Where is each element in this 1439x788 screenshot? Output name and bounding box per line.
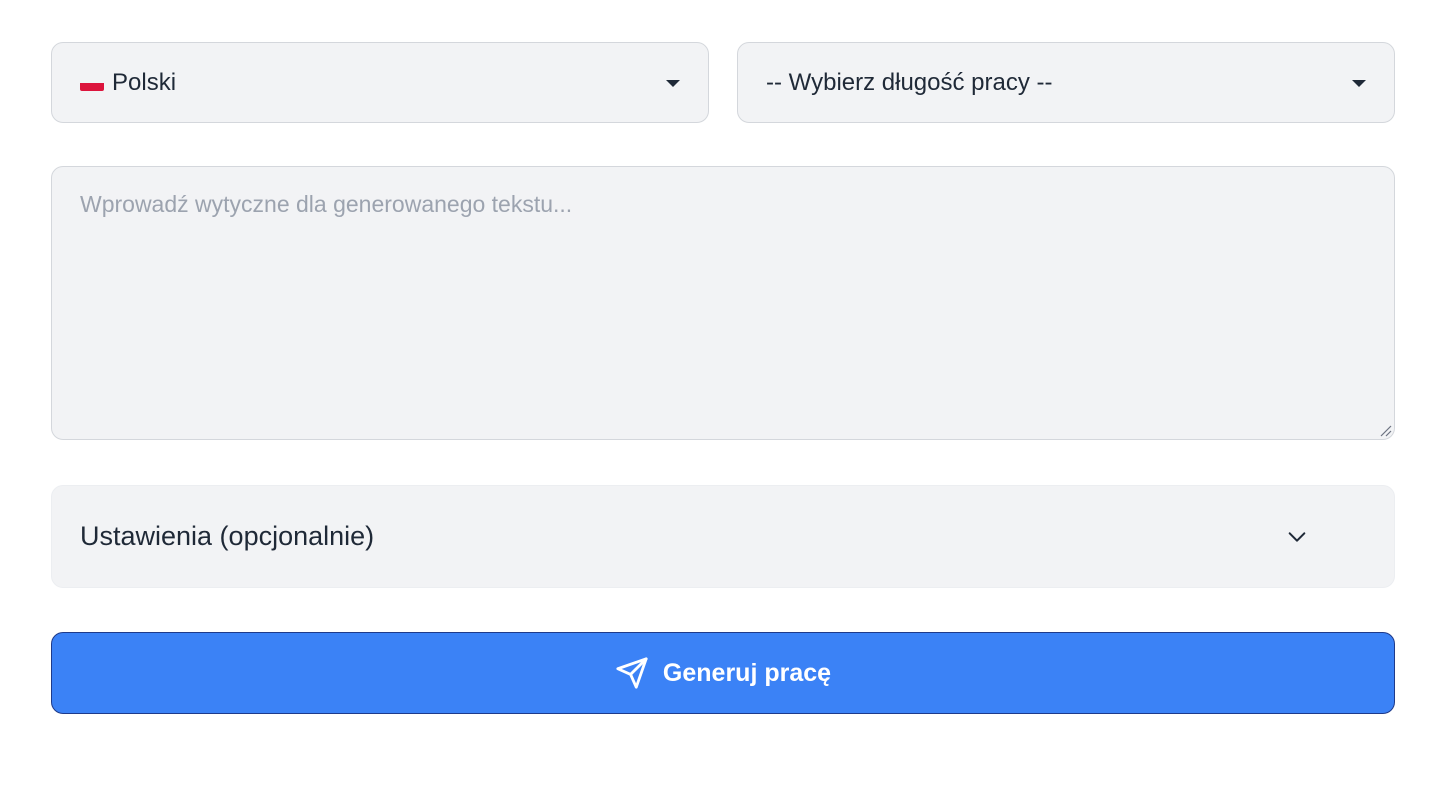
- guidelines-textarea[interactable]: [51, 166, 1395, 440]
- caret-down-icon: [1352, 79, 1366, 87]
- chevron-down-icon: [1288, 531, 1306, 542]
- resize-grip-icon[interactable]: [1378, 423, 1392, 437]
- caret-down-icon: [666, 79, 680, 87]
- generate-button[interactable]: Generuj pracę: [51, 632, 1395, 714]
- settings-label: Ustawienia (opcjonalnie): [80, 521, 375, 551]
- poland-flag-icon: [80, 74, 104, 91]
- length-select[interactable]: -- Wybierz długość pracy --: [737, 42, 1395, 123]
- generate-button-label: Generuj pracę: [662, 658, 832, 687]
- settings-accordion[interactable]: Ustawienia (opcjonalnie): [51, 485, 1395, 588]
- language-select-value: Polski: [112, 68, 177, 96]
- length-select-value: -- Wybierz długość pracy --: [766, 68, 1053, 96]
- language-select[interactable]: Polski: [51, 42, 709, 123]
- send-icon: [616, 657, 648, 689]
